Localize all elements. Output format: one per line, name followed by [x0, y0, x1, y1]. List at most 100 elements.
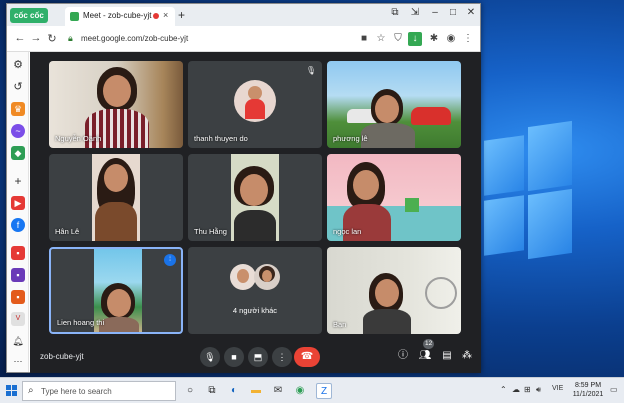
participant-tile[interactable]: Nguyễn Oanh [49, 61, 183, 148]
participant-tile-active-speaker[interactable]: ⦙ Lien hoang thi [49, 247, 183, 334]
mail-icon[interactable]: ✉ [270, 383, 286, 399]
taskbar-search-box[interactable]: ⌕ Type here to search [22, 381, 176, 401]
participant-tile[interactable]: ngọc lan [327, 154, 461, 241]
leave-call-button[interactable]: ☎︎ [294, 347, 320, 367]
clock-date: 11/1/2021 [572, 391, 604, 398]
notification-bell-icon[interactable]: 🔔︎ [11, 334, 25, 348]
self-shirt [363, 309, 411, 334]
camera-button[interactable]: ■ [224, 347, 244, 367]
microphone-button[interactable]: 🎙︎ [200, 347, 220, 367]
youtube-icon[interactable]: ▶ [11, 196, 25, 210]
more-options-button[interactable]: ⋮ [272, 347, 292, 367]
system-clock[interactable]: 8:59 PM 11/1/2021 [570, 381, 606, 399]
new-tab-button[interactable]: + [178, 9, 185, 21]
maximize-button[interactable]: □ [445, 7, 461, 18]
participant-shirt [95, 202, 137, 241]
search-placeholder: Type here to search [41, 387, 112, 396]
title-bar: cốc cốc Meet - zob-cube-yjt × + ⧉ ⇲ – □ … [7, 4, 480, 26]
browser-toolbar: ← → ↻ 🔒︎ meet.google.com/zob-cube-yjt ■ … [7, 26, 480, 52]
present-screen-button[interactable]: ⬒ [248, 347, 268, 367]
lock-icon: 🔒︎ [68, 33, 73, 43]
meet-area: Nguyễn Oanh 🎙︎ thanh thuyen do phương lê [30, 52, 481, 373]
profile-icon[interactable]: ◉ [444, 32, 458, 46]
history-icon[interactable]: ↺ [11, 80, 25, 94]
volume-icon[interactable]: 🔊︎ [536, 385, 541, 395]
participant-tile[interactable]: Hân Lê [49, 154, 183, 241]
red-car-shape [411, 107, 451, 125]
people-icon[interactable]: 👥︎ [418, 349, 432, 363]
more-icon[interactable]: ⋯ [11, 354, 25, 368]
participant-name: Nguyễn Oanh [55, 134, 102, 143]
cortana-icon[interactable]: ○ [182, 383, 198, 399]
participant-face [375, 95, 399, 123]
coccoc-brand-button[interactable]: cốc cốc [10, 8, 48, 23]
fan-shape [425, 277, 457, 309]
game-icon[interactable]: ◆ [11, 146, 25, 160]
shield-icon[interactable]: ⛉ [391, 32, 405, 46]
url-text: meet.google.com/zob-cube-yjt [81, 34, 189, 43]
recording-indicator-icon [153, 13, 159, 19]
extensions-puzzle-icon[interactable]: ✱ [427, 32, 441, 46]
chat-icon[interactable]: ▤ [440, 349, 454, 363]
task-view-icon[interactable]: ⧉ [204, 383, 220, 399]
participant-tile[interactable]: 🎙︎ thanh thuyen do [188, 61, 322, 148]
search-icon: ⌕ [28, 385, 34, 396]
network-icon[interactable]: ⊞ [524, 385, 531, 394]
cast-icon[interactable]: ⧉ [387, 7, 403, 18]
wall-picture-shape [405, 198, 419, 212]
reload-icon[interactable]: ↻ [45, 32, 59, 45]
browser-window: cốc cốc Meet - zob-cube-yjt × + ⧉ ⇲ – □ … [6, 3, 481, 373]
participant-face [240, 174, 268, 206]
participant-name: Lien hoang thi [57, 318, 105, 327]
participant-name: phương lê [333, 134, 368, 143]
speaking-indicator-icon: ⦙ [164, 254, 176, 266]
windows-logo-wallpaper [484, 120, 574, 270]
edge-icon[interactable]: ◐ [226, 383, 242, 399]
close-window-button[interactable]: ✕ [463, 7, 479, 18]
zalo-taskbar-icon[interactable]: Z [316, 383, 332, 399]
others-count-label: 4 người khác [232, 306, 278, 315]
mic-off-icon: 🎙︎ [305, 66, 316, 75]
others-tile[interactable]: 4 người khác [188, 247, 322, 334]
tray-expand-icon[interactable]: ⌃ [500, 385, 507, 394]
taskbar: ⌕ Type here to search ○ ⧉ ◐ ▬ ✉ ◉ Z ⌃ ☁ … [0, 377, 624, 403]
orange-app-icon[interactable]: ▪ [11, 290, 25, 304]
notification-center-icon[interactable]: ▭ [610, 385, 618, 394]
menu-icon[interactable]: ⋮ [461, 32, 475, 46]
participant-face [353, 170, 379, 200]
bookmark-star-icon[interactable]: ☆ [374, 32, 388, 46]
meeting-code: zob-cube-yjt [40, 352, 84, 361]
minimize-button[interactable]: – [427, 7, 443, 18]
browser-sidebar: ⚙ ↺ ♛ ~ ◆ + ▶ f ▪ ▪ ▪ V 🔔︎ ⋯ [7, 52, 29, 372]
file-explorer-icon[interactable]: ▬ [248, 383, 264, 399]
self-tile[interactable]: Bạn [327, 247, 461, 334]
address-bar[interactable]: 🔒︎ meet.google.com/zob-cube-yjt [65, 30, 355, 48]
start-windows-icon[interactable] [6, 385, 18, 397]
language-indicator[interactable]: VIE [552, 385, 563, 392]
crown-icon[interactable]: ♛ [11, 102, 25, 116]
participant-tile[interactable]: Thu Hằng [188, 154, 322, 241]
participant-shirt [361, 123, 415, 148]
onedrive-icon[interactable]: ☁ [512, 385, 520, 394]
coccoc-taskbar-icon[interactable]: ◉ [292, 383, 308, 399]
facebook-icon[interactable]: f [11, 218, 25, 232]
people-count-badge: 12 [423, 339, 435, 349]
participant-tile[interactable]: phương lê [327, 61, 461, 148]
news-app-icon[interactable]: ▪ [11, 246, 25, 260]
add-sidebar-icon[interactable]: + [11, 174, 25, 188]
camera-permission-icon[interactable]: ■ [357, 32, 371, 46]
download-extension-icon[interactable]: ↓ [408, 32, 422, 46]
vtv-icon[interactable]: V [11, 312, 25, 326]
back-arrow-icon[interactable]: ← [13, 32, 27, 44]
tab-meet[interactable]: Meet - zob-cube-yjt × [65, 7, 175, 26]
messenger-icon[interactable]: ~ [11, 124, 25, 138]
forward-arrow-icon[interactable]: → [29, 32, 43, 44]
participant-shirt [234, 210, 276, 241]
download-icon[interactable]: ⇲ [407, 7, 423, 18]
purple-app-icon[interactable]: ▪ [11, 268, 25, 282]
tab-close-button[interactable]: × [163, 10, 168, 20]
activities-icon[interactable]: ⁂ [460, 349, 474, 363]
meeting-control-bar: zob-cube-yjt 🎙︎ ■ ⬒ ⋮ ☎︎ ⓘ 👥︎ 12 ▤ ⁂ [30, 339, 481, 373]
meeting-details-icon[interactable]: ⓘ [396, 349, 410, 363]
settings-gear-icon[interactable]: ⚙ [11, 58, 25, 72]
